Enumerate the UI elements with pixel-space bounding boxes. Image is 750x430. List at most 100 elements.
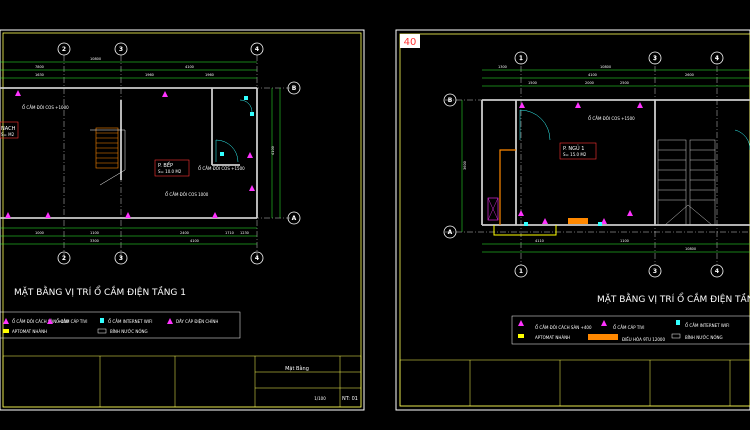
left-dimension-lines [0,61,281,245]
left-dimension-values: 10800 7800 4100 1630 1960 1960 1000 1100… [35,57,275,243]
svg-text:3300: 3300 [90,239,99,243]
outlet-icon [575,102,581,108]
left-sheet-border [2,32,362,408]
right-legend-item: ĐIỀU HÒA 9TU 12000 [622,337,665,342]
left-sheet: 2 3 4 2 3 4 B A 10800 7800 4100 1630 196… [0,29,365,411]
svg-text:2000: 2000 [585,81,594,85]
svg-text:10800: 10800 [685,247,696,251]
cable-icon [167,318,173,324]
svg-text:1100: 1100 [90,231,99,235]
right-bedroom-area: S= 15.0 M2 [563,152,587,157]
left-legend-item: APTOMAT NHÁNH [12,329,47,334]
left-outlet-note-2: Ổ CẮM ĐÔI COS +1500 [198,166,245,171]
svg-text:1100: 1100 [620,239,629,243]
svg-text:2400: 2400 [180,231,189,235]
right-grid-label-3-top: 3 [653,55,657,62]
svg-text:1960: 1960 [205,73,214,77]
wifi-outlet-icon [676,320,680,325]
right-legend-item: APTOMAT NHÁNH [535,335,570,340]
left-room-area: S= M2 [1,132,15,137]
left-legend-item: Ổ CẮM CÁP TIVI [56,319,87,324]
outlet-icon [5,212,11,218]
right-stairs [657,139,716,226]
right-grid-label-4-bottom: 4 [715,268,719,275]
right-bedroom-label: P. NGỦ 1 [563,144,584,152]
right-title-block [399,359,750,407]
right-grid-label-3-bottom: 3 [653,268,657,275]
svg-text:1710: 1710 [225,231,234,235]
svg-text:1000: 1000 [35,231,44,235]
outlet-icon [212,212,218,218]
right-grid-label-1-top: 1 [519,55,523,62]
left-grid-label-4-bottom: 4 [255,255,259,262]
svg-text:4100: 4100 [271,146,275,155]
left-socket-dots [220,96,254,156]
svg-text:4110: 4110 [535,239,544,243]
right-grid-label-1-bottom: 1 [519,268,523,275]
wifi-outlet-icon [100,318,104,323]
left-outlet-note-3: Ổ CẮM ĐÔI COS 1000 [165,192,209,197]
tv-outlet-icon [601,320,607,326]
svg-text:7800: 7800 [35,65,44,69]
left-grid-label-a: A [292,215,297,222]
left-outlet-note-1: Ổ CẮM ĐÔI COS +1000 [22,105,69,110]
outlet-icon [162,91,168,97]
outlet-icon [519,102,525,108]
left-title-block [2,355,362,408]
left-grid-label-3-bottom: 3 [119,255,123,262]
outlet-icon [125,212,131,218]
right-plan-title: MẶT BẰNG VỊ TRÍ Ổ CẮM ĐIỆN TẦNG [597,292,750,305]
right-outlet-note: Ổ CẮM ĐÔI COS +1500 [588,116,635,121]
outlet-icon [542,218,548,224]
left-grid-label-b: B [292,85,297,92]
left-kitchen-label: P. BẾP [158,161,173,169]
svg-text:1630: 1630 [35,73,44,77]
left-grid-label-2-bottom: 2 [62,255,66,262]
cad-drawing-canvas: 2 3 4 2 3 4 B A 10800 7800 4100 1630 196… [0,0,750,430]
right-orange-walls [499,149,516,225]
right-legend-item: Ổ CẮM CÁP TIVI [613,325,644,330]
left-sheet-scale: 1/100 [314,396,326,401]
svg-text:4100: 4100 [185,65,194,69]
breaker-icon [3,329,9,333]
svg-text:10800: 10800 [600,65,611,69]
svg-text:3600: 3600 [463,161,467,170]
right-legend-item: Ổ CẮM INTERNET WIFI [685,323,729,328]
outlet-icon [518,320,524,326]
right-grid-label-a: A [448,229,453,236]
svg-text:2600: 2600 [685,73,694,77]
left-grid-label-2-top: 2 [62,46,66,53]
left-legend-box [0,311,241,339]
water-heater-icon [97,328,107,334]
svg-text:1500: 1500 [528,81,537,85]
left-legend-item: DÂY CÁP ĐIỆN CHÍNH [176,319,218,324]
outlet-icon [45,212,51,218]
left-sheet-name: Mặt Bằng [285,365,309,372]
air-conditioner-icon [568,218,588,224]
outlet-icon [15,90,21,96]
left-sheet-number: NT: 01 [342,396,358,402]
water-heater-icon [671,333,681,339]
left-kitchen-area: S= 10.0 M2 [158,169,182,174]
outlet-icon [3,318,9,324]
outlet-icon [247,152,253,158]
cad-svg: 2 3 4 2 3 4 B A 10800 7800 4100 1630 196… [0,29,750,411]
breaker-icon [518,334,524,338]
page-badge-number: 40 [404,37,417,48]
left-sheet-frame [0,29,365,411]
svg-text:2500: 2500 [620,81,629,85]
left-plan-title: MẶT BẰNG VỊ TRÍ Ổ CẮM ĐIỆN TẦNG 1 [14,285,186,298]
right-legend-item: BÌNH NƯỚC NÓNG [685,335,723,340]
right-legend-item: Ổ CẮM ĐÔI CÁCH SÀN +400 [535,325,592,330]
right-doors [519,109,750,150]
right-grid-label-b: B [448,97,453,104]
svg-text:1230: 1230 [240,231,249,235]
left-stairs [95,127,119,169]
right-grid-label-4-top: 4 [715,55,719,62]
left-gridlines [0,55,290,260]
left-legend-item: Ổ CẮM INTERNET WIFI [108,319,152,324]
svg-text:4100: 4100 [190,239,199,243]
outlet-icon [627,210,633,216]
left-grid-label-3-top: 3 [119,46,123,53]
outlet-icon [637,102,643,108]
